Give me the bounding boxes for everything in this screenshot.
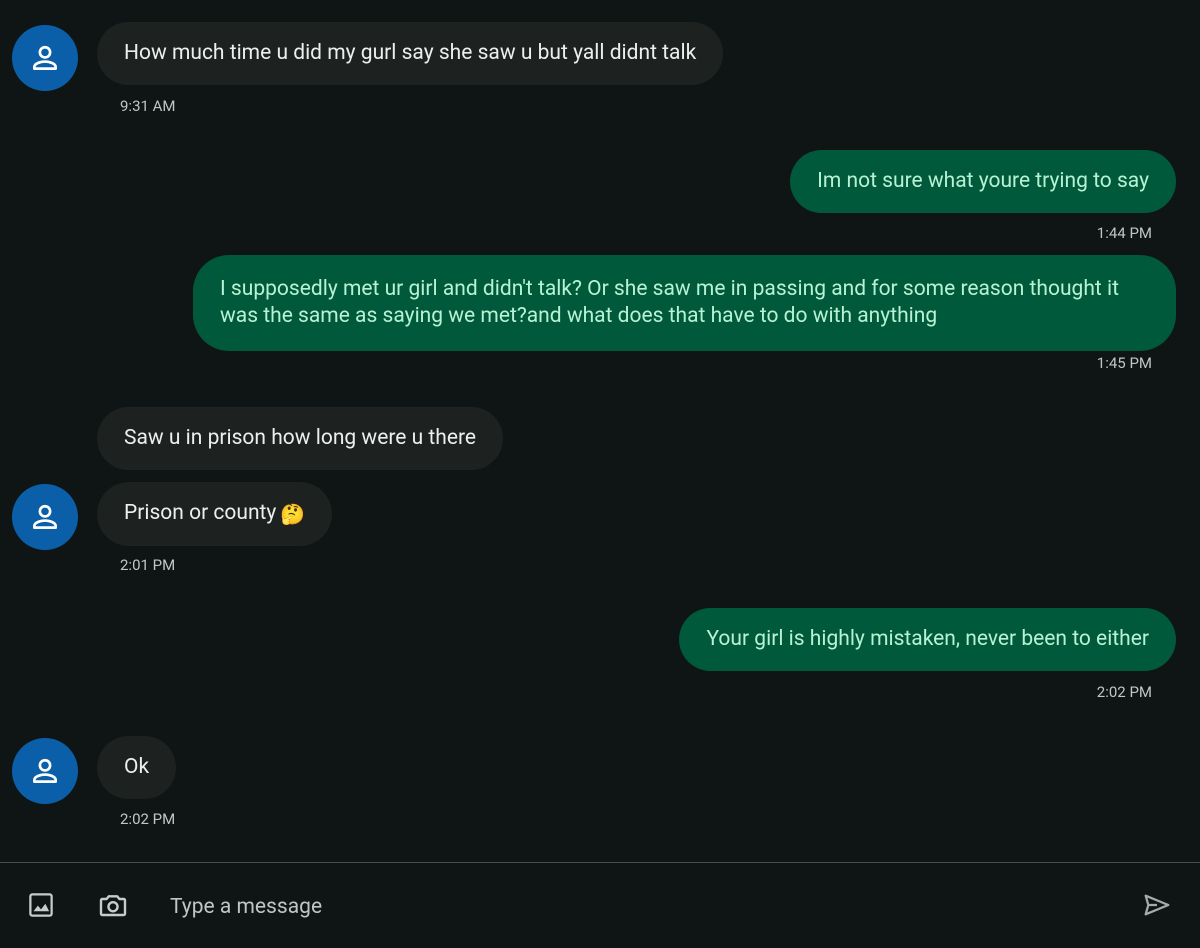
incoming-message-bubble[interactable]: Ok — [97, 736, 177, 799]
message-text: Prison or county — [124, 501, 277, 525]
message-text: Your girl is highly mistaken, never been… — [706, 627, 1149, 651]
message-composer — [0, 862, 1200, 948]
person-icon — [33, 45, 57, 70]
image-icon — [29, 893, 53, 917]
conversation-screen: How much time u did my gurl say she saw … — [0, 0, 1200, 948]
message-text: How much time u did my gurl say she saw … — [124, 41, 697, 65]
attach-image-button[interactable] — [25, 889, 57, 921]
message-timestamp: 1:44 PM — [1096, 224, 1152, 242]
camera-icon — [99, 895, 127, 917]
person-icon — [33, 758, 57, 783]
contact-avatar[interactable] — [12, 25, 78, 91]
message-timestamp: 2:02 PM — [1096, 683, 1152, 701]
outgoing-message-bubble[interactable]: I supposedly met ur girl and didn't talk… — [193, 255, 1176, 351]
message-text: Saw u in prison how long were u there — [124, 426, 477, 450]
message-timestamp: 1:45 PM — [1096, 354, 1152, 372]
incoming-message-bubble[interactable]: How much time u did my gurl say she saw … — [97, 22, 724, 85]
thinking-face-emoji: 🤔 — [280, 502, 306, 526]
contact-avatar[interactable] — [12, 738, 78, 804]
message-timestamp: 2:02 PM — [120, 810, 176, 828]
message-text: Im not sure what youre trying to say — [817, 169, 1149, 193]
send-button[interactable] — [1141, 889, 1173, 921]
message-input[interactable] — [168, 887, 1072, 927]
outgoing-message-bubble[interactable]: Your girl is highly mistaken, never been… — [679, 608, 1176, 671]
message-timestamp: 2:01 PM — [120, 556, 176, 574]
message-text: I supposedly met ur girl and didn't talk… — [220, 277, 1119, 328]
message-timestamp: 9:31 AM — [120, 97, 176, 115]
incoming-message-bubble[interactable]: Prison or county 🤔 — [97, 482, 333, 546]
send-icon — [1144, 894, 1170, 916]
contact-avatar[interactable] — [12, 484, 78, 550]
incoming-message-bubble[interactable]: Saw u in prison how long were u there — [97, 407, 504, 470]
camera-button[interactable] — [97, 889, 129, 921]
message-text: Ok — [124, 755, 150, 779]
outgoing-message-bubble[interactable]: Im not sure what youre trying to say — [790, 150, 1176, 213]
person-icon — [33, 504, 57, 529]
